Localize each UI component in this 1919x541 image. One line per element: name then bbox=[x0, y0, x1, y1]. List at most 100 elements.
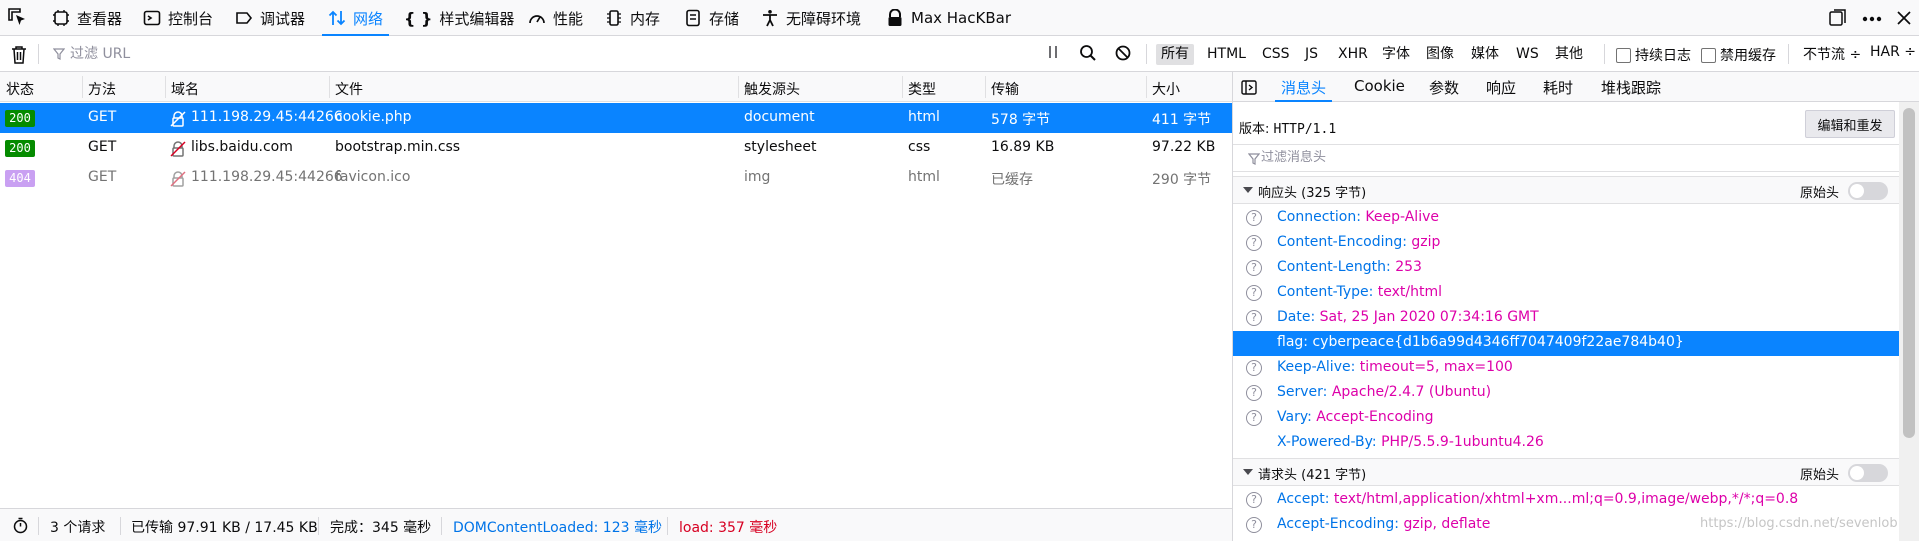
header-row[interactable]: ? Vary: Accept-Encoding bbox=[1233, 406, 1899, 431]
filter-url-input[interactable] bbox=[50, 43, 1030, 65]
help-icon[interactable]: ? bbox=[1246, 492, 1262, 508]
persist-logs-checkbox[interactable]: 持续日志 bbox=[1616, 45, 1691, 65]
header-name: Accept-Encoding: bbox=[1277, 516, 1400, 532]
close-icon[interactable] bbox=[1896, 10, 1912, 26]
dock-options-icon[interactable] bbox=[1828, 8, 1848, 28]
header-row[interactable]: ? Accept: text/html,application/xhtml+xm… bbox=[1233, 488, 1899, 513]
filter-ws-button[interactable]: WS bbox=[1511, 44, 1544, 65]
filter-media-button[interactable]: 媒体 bbox=[1466, 44, 1504, 65]
tab-network[interactable]: 网络 bbox=[321, 0, 390, 36]
filter-other-button[interactable]: 其他 bbox=[1550, 44, 1588, 65]
details-scrollbar[interactable] bbox=[1899, 102, 1919, 541]
help-icon[interactable]: ? bbox=[1246, 260, 1262, 276]
scrollbar-thumb[interactable] bbox=[1903, 108, 1915, 438]
column-type[interactable]: 类型 bbox=[908, 79, 936, 99]
help-icon[interactable]: ? bbox=[1246, 360, 1262, 376]
divider bbox=[38, 517, 39, 535]
request-file: bootstrap.min.css bbox=[335, 139, 461, 155]
response-headers-section[interactable]: 响应头 (325 字节) 原始头 bbox=[1233, 176, 1899, 204]
header-row[interactable]: ? Content-Encoding: gzip bbox=[1233, 231, 1899, 256]
block-icon[interactable] bbox=[1114, 44, 1132, 66]
header-row[interactable]: ? Connection: Keep-Alive bbox=[1233, 206, 1899, 231]
header-row[interactable]: ? Server: Apache/2.4.7 (Ubuntu) bbox=[1233, 381, 1899, 406]
help-icon[interactable]: ? bbox=[1246, 410, 1262, 426]
toggle-sidebar-icon[interactable] bbox=[1241, 80, 1257, 95]
header-row[interactable]: X-Powered-By: PHP/5.5.9-1ubuntu4.26 bbox=[1233, 431, 1899, 456]
header-name: Vary: bbox=[1277, 409, 1312, 425]
header-row[interactable]: ? Content-Length: 253 bbox=[1233, 256, 1899, 281]
divider bbox=[1146, 44, 1147, 64]
hackbar-lock-icon bbox=[888, 9, 902, 26]
column-domain[interactable]: 域名 bbox=[171, 79, 199, 99]
request-row[interactable]: 200 GET 111.198.29.45:44266 cookie.php d… bbox=[0, 103, 1232, 133]
filter-html-button[interactable]: HTML bbox=[1202, 44, 1251, 65]
request-row[interactable]: 404 GET 111.198.29.45:44266 favicon.ico … bbox=[0, 163, 1232, 193]
column-size[interactable]: 大小 bbox=[1152, 79, 1180, 99]
accessibility-person-icon bbox=[763, 10, 777, 27]
filter-all-button[interactable]: 所有 bbox=[1156, 44, 1194, 65]
divider bbox=[318, 517, 319, 535]
tab-params[interactable]: 参数 bbox=[1429, 77, 1459, 98]
raw-headers-toggle[interactable] bbox=[1848, 182, 1888, 200]
tab-storage[interactable]: 存储 bbox=[684, 0, 739, 36]
request-row[interactable]: 200 GET libs.baidu.com bootstrap.min.css… bbox=[0, 133, 1232, 163]
headers-filter-input[interactable] bbox=[1261, 150, 1661, 165]
filter-images-button[interactable]: 图像 bbox=[1421, 44, 1459, 65]
disable-cache-checkbox[interactable]: 禁用缓存 bbox=[1701, 45, 1776, 65]
header-row[interactable]: ? Date: Sat, 25 Jan 2020 07:34:16 GMT bbox=[1233, 306, 1899, 331]
filter-fonts-button[interactable]: 字体 bbox=[1377, 44, 1415, 65]
tab-accessibility[interactable]: 无障碍环境 bbox=[761, 0, 861, 36]
tab-timings[interactable]: 耗时 bbox=[1543, 77, 1573, 98]
tab-debugger[interactable]: 调试器 bbox=[235, 0, 305, 36]
column-cause[interactable]: 触发源头 bbox=[744, 79, 800, 99]
har-menu[interactable]: HAR ÷ bbox=[1870, 44, 1916, 60]
column-transferred[interactable]: 传输 bbox=[991, 79, 1019, 99]
debugger-icon bbox=[236, 12, 253, 24]
header-name: Accept: bbox=[1277, 491, 1330, 507]
request-headers-section[interactable]: 请求头 (421 字节) 原始头 bbox=[1233, 458, 1899, 486]
tab-console[interactable]: 控制台 bbox=[143, 0, 213, 36]
header-value: PHP/5.5.9-1ubuntu4.26 bbox=[1381, 434, 1544, 450]
raw-headers-toggle[interactable] bbox=[1848, 464, 1888, 482]
header-row[interactable]: ? Keep-Alive: timeout=5, max=100 bbox=[1233, 356, 1899, 381]
tab-memory[interactable]: 内存 bbox=[605, 0, 660, 36]
trash-icon[interactable] bbox=[10, 45, 28, 68]
pause-icon[interactable] bbox=[1046, 44, 1060, 64]
tab-style-editor[interactable]: { } 样式编辑器 bbox=[404, 0, 514, 36]
column-file[interactable]: 文件 bbox=[335, 79, 363, 99]
search-icon[interactable] bbox=[1079, 44, 1097, 66]
column-method[interactable]: 方法 bbox=[88, 79, 116, 99]
help-icon[interactable]: ? bbox=[1246, 310, 1262, 326]
filter-js-button[interactable]: JS bbox=[1300, 44, 1323, 65]
tab-stack-trace[interactable]: 堆栈跟踪 bbox=[1601, 77, 1661, 98]
header-row[interactable]: ? Content-Type: text/html bbox=[1233, 281, 1899, 306]
help-icon[interactable]: ? bbox=[1246, 517, 1262, 533]
column-divider bbox=[902, 76, 903, 98]
throttle-select[interactable]: 不节流 ÷ bbox=[1803, 44, 1861, 64]
filter-css-button[interactable]: CSS bbox=[1257, 44, 1295, 65]
tab-max-hackbar[interactable]: Max HacKBar bbox=[886, 0, 1011, 36]
tab-cookies[interactable]: Cookie bbox=[1354, 77, 1405, 95]
more-menu-icon[interactable] bbox=[1862, 16, 1882, 22]
tab-performance[interactable]: 性能 bbox=[528, 0, 583, 36]
help-icon[interactable]: ? bbox=[1246, 235, 1262, 251]
header-name: X-Powered-By: bbox=[1277, 434, 1377, 450]
stopwatch-icon[interactable] bbox=[12, 517, 29, 534]
help-icon[interactable]: ? bbox=[1246, 385, 1262, 401]
column-divider bbox=[1146, 76, 1147, 98]
column-status[interactable]: 状态 bbox=[6, 79, 34, 99]
element-picker-icon[interactable] bbox=[6, 6, 32, 30]
tab-response[interactable]: 响应 bbox=[1486, 77, 1516, 98]
header-row-selected[interactable]: flag: cyberpeace{d1b6a99d4346ff7047409f2… bbox=[1233, 331, 1899, 356]
tab-inspector[interactable]: 查看器 bbox=[52, 0, 122, 36]
header-name: Date: bbox=[1277, 309, 1316, 325]
watermark: https://blog.csdn.net/sevenlob bbox=[1700, 516, 1898, 531]
checkbox-label: 持续日志 bbox=[1635, 48, 1691, 64]
tab-headers[interactable]: 消息头 bbox=[1274, 77, 1333, 102]
edit-and-resend-button[interactable]: 编辑和重发 bbox=[1805, 110, 1895, 138]
help-icon[interactable]: ? bbox=[1246, 285, 1262, 301]
divider bbox=[441, 517, 442, 535]
help-icon[interactable]: ? bbox=[1246, 210, 1262, 226]
filter-xhr-button[interactable]: XHR bbox=[1333, 44, 1373, 65]
section-title: 响应头 (325 字节) bbox=[1258, 186, 1367, 201]
